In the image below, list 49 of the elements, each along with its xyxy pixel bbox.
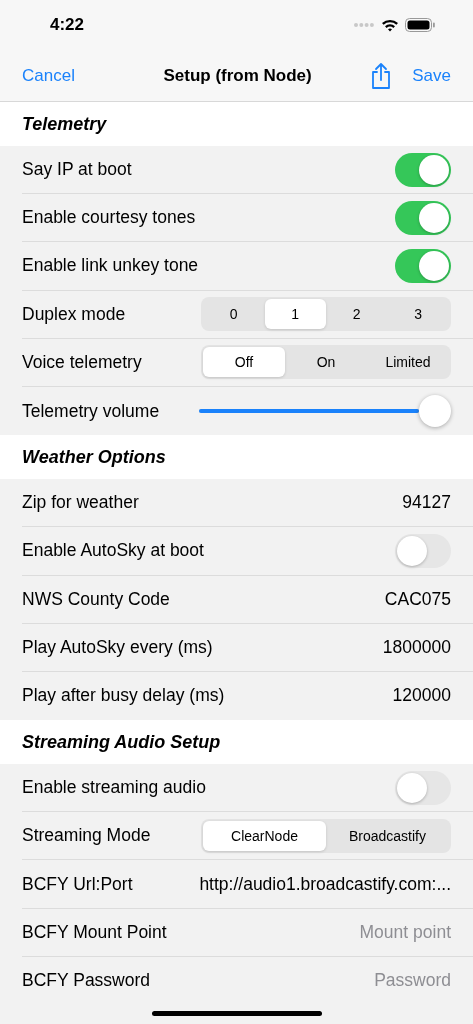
- segment[interactable]: 0: [203, 299, 265, 330]
- section-header: Weather Options: [22, 446, 166, 468]
- value-text: 94127: [402, 492, 451, 514]
- value-text: 120000: [392, 685, 451, 707]
- row-label: Duplex mode: [22, 303, 127, 325]
- signal-icon: [353, 22, 375, 28]
- segment[interactable]: Off: [203, 347, 285, 378]
- slider-thumb[interactable]: [419, 395, 451, 428]
- section-header: Streaming Audio Setup: [22, 731, 221, 753]
- row-label: Say IP at boot: [22, 159, 133, 181]
- row-label: Voice telemetry: [22, 351, 143, 373]
- segment[interactable]: ClearNode: [203, 820, 326, 851]
- row-label: NWS County Code: [22, 588, 171, 610]
- segment[interactable]: 1: [264, 299, 326, 330]
- cancel-button[interactable]: Cancel: [22, 65, 75, 86]
- save-button[interactable]: Save: [412, 65, 451, 86]
- toggle-switch[interactable]: [395, 152, 451, 187]
- input-field[interactable]: Mount point: [291, 921, 451, 943]
- row-label: Zip for weather: [22, 492, 140, 514]
- section-header: Telemetry: [22, 113, 107, 135]
- row-label: BCFY Password: [22, 970, 152, 992]
- row-label: Play AutoSky every (ms): [22, 636, 214, 658]
- toggle-switch[interactable]: [395, 770, 451, 805]
- row-label: Play after busy delay (ms): [22, 685, 226, 707]
- segment[interactable]: On: [285, 347, 367, 378]
- row-label: Enable streaming audio: [22, 777, 207, 799]
- nav-title: Setup (from Node): [162, 65, 313, 86]
- toggle-switch[interactable]: [395, 248, 451, 283]
- segment[interactable]: Limited: [367, 347, 449, 378]
- wifi-icon: [381, 18, 399, 32]
- row-label: Enable courtesy tones: [22, 207, 197, 229]
- value-text: 1800000: [382, 636, 451, 658]
- share-icon[interactable]: [370, 61, 393, 90]
- toggle-switch[interactable]: [395, 200, 451, 235]
- value-text: http://audio1.broadcastify.com:...: [199, 873, 451, 895]
- row-label: BCFY Mount Point: [22, 921, 168, 943]
- row-label: Streaming Mode: [22, 825, 152, 847]
- input-field[interactable]: Password: [291, 970, 451, 992]
- row-label: Enable AutoSky at boot: [22, 540, 205, 562]
- segment[interactable]: 2: [326, 299, 388, 330]
- toggle-switch[interactable]: [395, 533, 451, 568]
- segment[interactable]: 3: [387, 299, 449, 330]
- battery-icon: [405, 18, 435, 32]
- row-label: Telemetry volume: [22, 400, 161, 422]
- row-label: Enable link unkey tone: [22, 255, 200, 277]
- segment[interactable]: Broadcastify: [326, 820, 449, 851]
- row-label: BCFY Url:Port: [22, 873, 134, 895]
- status-time: 4:22: [50, 15, 86, 35]
- value-text: CAC075: [384, 588, 451, 610]
